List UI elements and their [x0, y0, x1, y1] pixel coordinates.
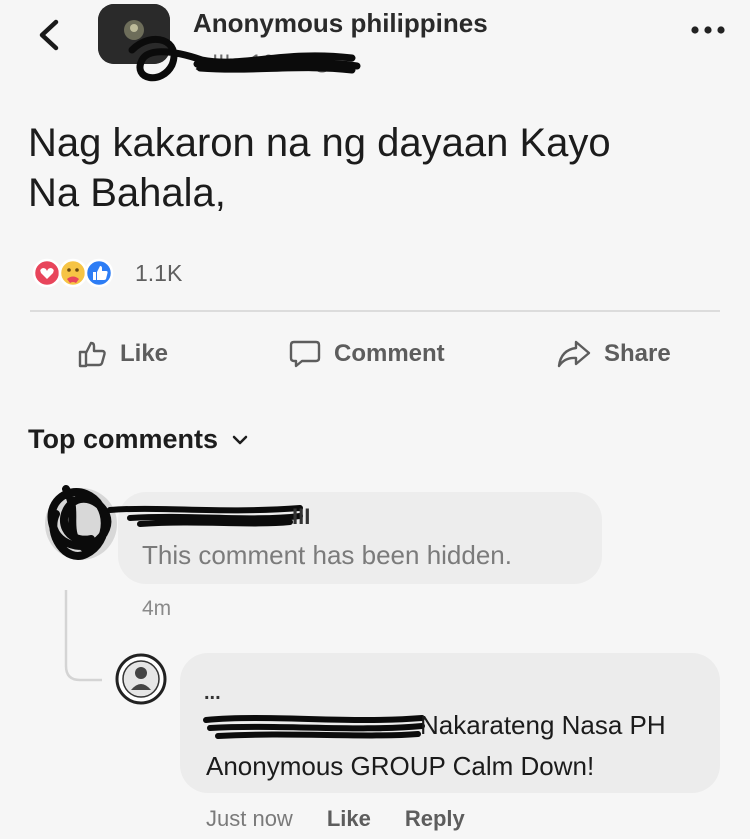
globe-icon — [312, 53, 332, 73]
reply-meta: Just now Like Reply — [206, 806, 465, 832]
comment-button[interactable]: Comment — [288, 334, 445, 374]
back-chevron-icon[interactable] — [34, 18, 64, 52]
like-button[interactable]: Like — [76, 334, 168, 374]
post-text-line1: Nag kakaron na ng dayaan Kayo — [28, 121, 611, 165]
speech-bubble-icon — [289, 340, 321, 368]
post-meta-text: z III · 16m · — [195, 50, 307, 75]
reply-text-line1: Nakarateng Nasa PH — [420, 710, 666, 740]
like-label: Like — [120, 340, 169, 367]
hidden-comment-text: This comment has been hidden. — [142, 540, 512, 570]
comment-label: Comment — [334, 340, 445, 367]
thumbs-up-icon — [78, 341, 106, 368]
reply-reply-link[interactable]: Reply — [405, 806, 465, 832]
love-icon — [32, 258, 62, 288]
thread-connector — [64, 590, 102, 682]
reply-author-name[interactable]: ... — [204, 682, 221, 705]
share-label: Share — [604, 340, 671, 367]
top-comments-dropdown[interactable]: Top comments — [28, 424, 248, 455]
reply-like-link[interactable]: Like — [327, 806, 371, 832]
page-avatar[interactable] — [98, 4, 170, 64]
share-button[interactable]: Share — [556, 334, 671, 374]
ellipsis-icon[interactable] — [688, 20, 728, 40]
post-meta: z III · 16m · — [195, 50, 332, 76]
chevron-down-icon — [232, 435, 248, 444]
comment-timestamp[interactable]: 4m — [142, 597, 171, 621]
page-name[interactable]: Anonymous philippines — [193, 8, 488, 39]
commenter-avatar[interactable] — [26, 474, 126, 574]
care-icon — [58, 258, 88, 288]
reaction-count[interactable]: 1.1K — [135, 260, 182, 287]
reply-timestamp[interactable]: Just now — [206, 806, 293, 832]
reaction-icons[interactable] — [32, 258, 132, 288]
reply-text-line2: Anonymous GROUP Calm Down! — [206, 751, 595, 781]
divider — [30, 310, 720, 312]
share-arrow-icon — [557, 340, 591, 368]
page-avatar-small[interactable] — [114, 652, 168, 706]
post-text: Nag kakaron na ng dayaan Kayo Na Bahala, — [28, 118, 718, 218]
commenter-name-fragment[interactable]: III — [292, 504, 310, 530]
top-comments-label: Top comments — [28, 424, 219, 454]
like-icon — [84, 258, 114, 288]
post-text-line2: Na Bahala, — [28, 171, 226, 215]
